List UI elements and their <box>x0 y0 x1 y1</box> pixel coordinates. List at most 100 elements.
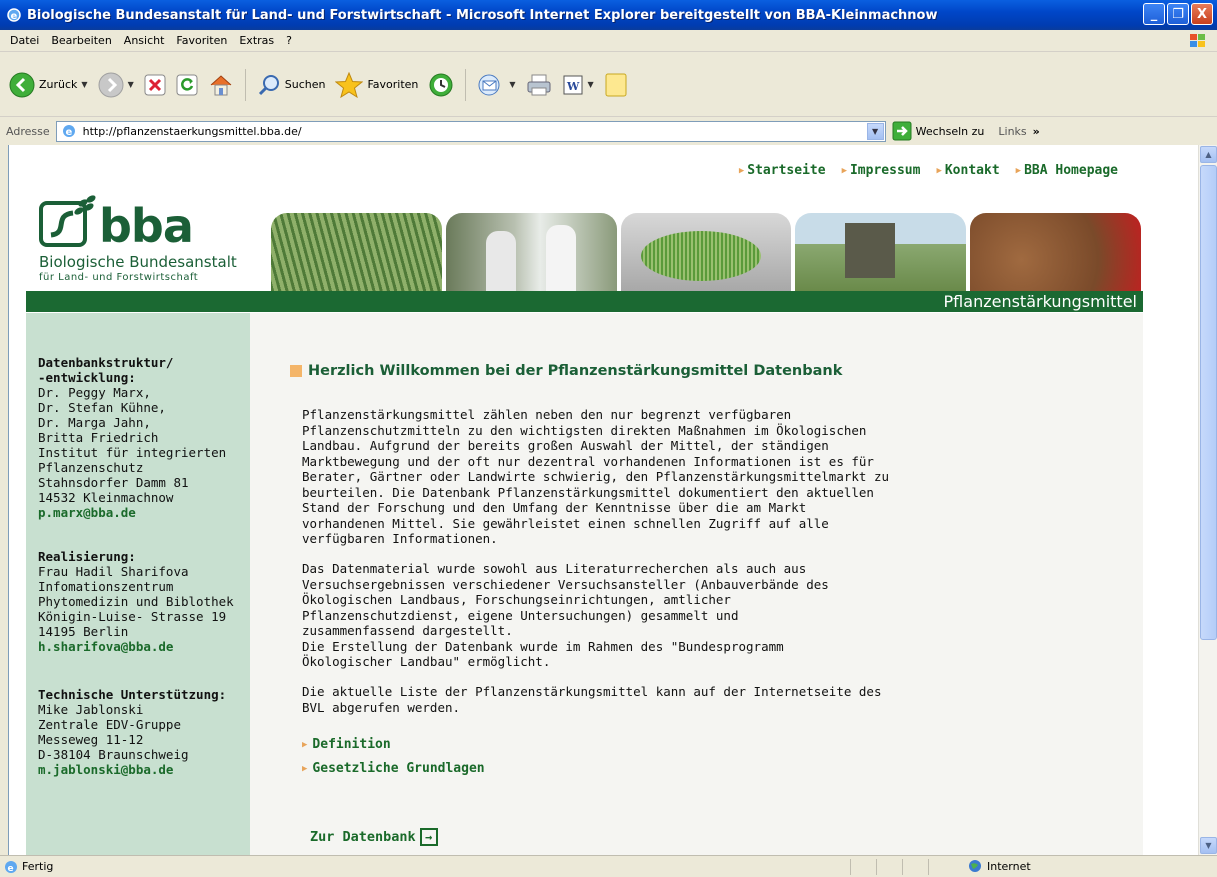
nav-bullet-icon: ▶ <box>841 165 847 176</box>
intro-line: Landbau. Aufgrund der bereits großen Aus… <box>302 438 829 453</box>
tractor-figure <box>845 223 896 278</box>
minimize-button[interactable]: _ <box>1143 3 1165 25</box>
forward-button[interactable]: ▼ <box>95 67 137 103</box>
print-button[interactable] <box>523 67 555 103</box>
vertical-scrollbar[interactable]: ▲ ▼ <box>1198 145 1217 855</box>
menu-ansicht[interactable]: Ansicht <box>118 34 171 47</box>
email-link-jablonski[interactable]: m.jablonski@bba.de <box>38 762 226 777</box>
nav-bullet-icon: ▶ <box>936 165 942 176</box>
plant-logo-icon <box>39 195 96 247</box>
favorites-star-icon <box>335 71 364 98</box>
nav-bba-homepage[interactable]: ▶ BBA Homepage <box>1016 163 1118 178</box>
search-button[interactable]: Suchen <box>254 67 329 103</box>
windows-flag-icon <box>1190 34 1205 47</box>
home-button[interactable] <box>205 67 237 103</box>
sidebar-line: Britta Friedrich <box>38 430 159 445</box>
email-link-sharifova[interactable]: h.sharifova@bba.de <box>38 639 234 654</box>
close-button[interactable]: X <box>1191 3 1213 25</box>
scroll-down-icon[interactable]: ▼ <box>1200 837 1217 854</box>
source-line: Ökologischer Landbau" ermöglicht. <box>302 654 551 669</box>
source-line: Ökologischen Landbaus, Forschungseinrich… <box>302 592 731 607</box>
menu-extras[interactable]: Extras <box>233 34 280 47</box>
site-top-nav: ▶ Startseite ▶ Impressum ▶ Kontakt ▶ BBA Hom… <box>739 163 1118 178</box>
sidebar-heading: -entwicklung: <box>38 370 136 385</box>
intro-line: verfügbaren Informationen. <box>302 531 498 546</box>
svg-text:W: W <box>566 80 580 93</box>
zur-datenbank-link[interactable]: Zur Datenbank → <box>310 828 438 846</box>
welcome-heading: Herzlich Willkommen bei der Pflanzenstär… <box>290 363 842 379</box>
menu-datei[interactable]: Datei <box>4 34 45 47</box>
word-button[interactable]: W ▼ <box>559 67 597 103</box>
word-icon: W <box>563 75 583 94</box>
definition-link[interactable]: ▶ Definition <box>302 737 391 752</box>
history-icon <box>429 73 453 96</box>
sidebar-line: 14195 Berlin <box>38 624 129 639</box>
printer-icon <box>527 74 551 95</box>
go-button[interactable]: Wechseln zu <box>892 121 985 141</box>
scroll-up-icon[interactable]: ▲ <box>1200 146 1217 163</box>
intro-line: Stand der Forschung und den Umfang der K… <box>302 500 807 515</box>
sidebar-line: 14532 Kleinmachnow <box>38 490 174 505</box>
header-photo-strip <box>271 213 1141 291</box>
sidebar-line: Institut für integrierten <box>38 445 227 460</box>
mail-icon <box>478 74 500 95</box>
title-banner: Pflanzenstärkungsmittel <box>26 291 1143 312</box>
links-chevron-icon[interactable]: » <box>1033 125 1040 138</box>
stop-button[interactable] <box>141 67 169 103</box>
zone-label: Internet <box>987 859 1031 873</box>
nav-kontakt-label: Kontakt <box>944 163 1000 178</box>
address-label: Adresse <box>6 124 50 138</box>
nav-startseite-label: Startseite <box>747 163 826 178</box>
heading-bullet-icon <box>290 365 302 377</box>
link-bullet-icon: ▶ <box>302 763 308 774</box>
menu-help[interactable]: ? <box>280 34 298 47</box>
svg-text:e: e <box>11 11 18 22</box>
menu-bearbeiten[interactable]: Bearbeiten <box>45 34 117 47</box>
mail-button[interactable]: ▼ <box>474 67 518 103</box>
bba-logo[interactable]: bba Biologische Bundesanstalt für Land- … <box>37 193 257 293</box>
grundlagen-link[interactable]: ▶ Gesetzliche Grundlagen <box>302 761 485 776</box>
search-icon <box>258 74 279 95</box>
globe-icon <box>969 860 981 872</box>
status-cell <box>876 859 902 875</box>
back-dropdown-icon[interactable]: ▼ <box>81 80 87 89</box>
nav-impressum[interactable]: ▶ Impressum <box>842 163 921 178</box>
maximize-button[interactable]: ❐ <box>1167 3 1189 25</box>
nav-startseite[interactable]: ▶ Startseite <box>739 163 826 178</box>
address-dropdown-icon[interactable]: ▼ <box>866 122 884 140</box>
logo-wordmark: bba <box>99 199 194 253</box>
logo-line1: Biologische Bundesanstalt <box>39 253 237 271</box>
nav-bba-homepage-label: BBA Homepage <box>1024 163 1118 178</box>
word-dropdown-icon[interactable]: ▼ <box>588 80 594 89</box>
window-title: Biologische Bundesanstalt für Land- und … <box>27 7 938 23</box>
source-line: Pflanzenschutzdienst, eigene Untersuchun… <box>302 607 739 623</box>
sidebar-heading: Technische Unterstützung: <box>38 687 227 702</box>
refresh-button[interactable] <box>173 67 201 103</box>
sidebar-line: D-38104 Braunschweig <box>38 747 189 762</box>
go-label: Wechseln zu <box>915 124 985 138</box>
email-link-marx[interactable]: p.marx@bba.de <box>38 505 226 520</box>
back-button[interactable]: Zurück ▼ <box>6 67 91 103</box>
forward-arrow-icon <box>98 72 124 97</box>
nav-kontakt[interactable]: ▶ Kontakt <box>936 163 999 178</box>
scroll-thumb[interactable] <box>1200 165 1217 640</box>
page-done-icon: e <box>5 860 17 874</box>
stop-icon <box>144 74 166 95</box>
favorites-button[interactable]: Favoriten <box>332 67 421 103</box>
photo-field <box>271 213 442 291</box>
photo-scientists <box>445 213 617 291</box>
menubar: Datei Bearbeiten Ansicht Favoriten Extra… <box>0 30 1217 52</box>
forward-dropdown-icon[interactable]: ▼ <box>128 80 134 89</box>
back-label: Zurück <box>39 78 78 91</box>
ie-icon: e <box>7 8 21 22</box>
sidebar-line: Stahnsdorfer Damm 81 <box>38 475 189 490</box>
messenger-button[interactable] <box>601 67 631 103</box>
sidebar-line: Dr. Marga Jahn, <box>38 415 151 430</box>
address-bar: Adresse e http://pflanzenstaerkungsmitte… <box>0 118 1217 144</box>
address-input[interactable]: e http://pflanzenstaerkungsmittel.bba.de… <box>55 120 886 142</box>
mail-dropdown-icon[interactable]: ▼ <box>509 80 515 89</box>
links-label[interactable]: Links <box>998 125 1026 138</box>
window-titlebar: e Biologische Bundesanstalt für Land- un… <box>0 0 1217 30</box>
menu-favoriten[interactable]: Favoriten <box>170 34 233 47</box>
history-button[interactable] <box>425 67 457 103</box>
